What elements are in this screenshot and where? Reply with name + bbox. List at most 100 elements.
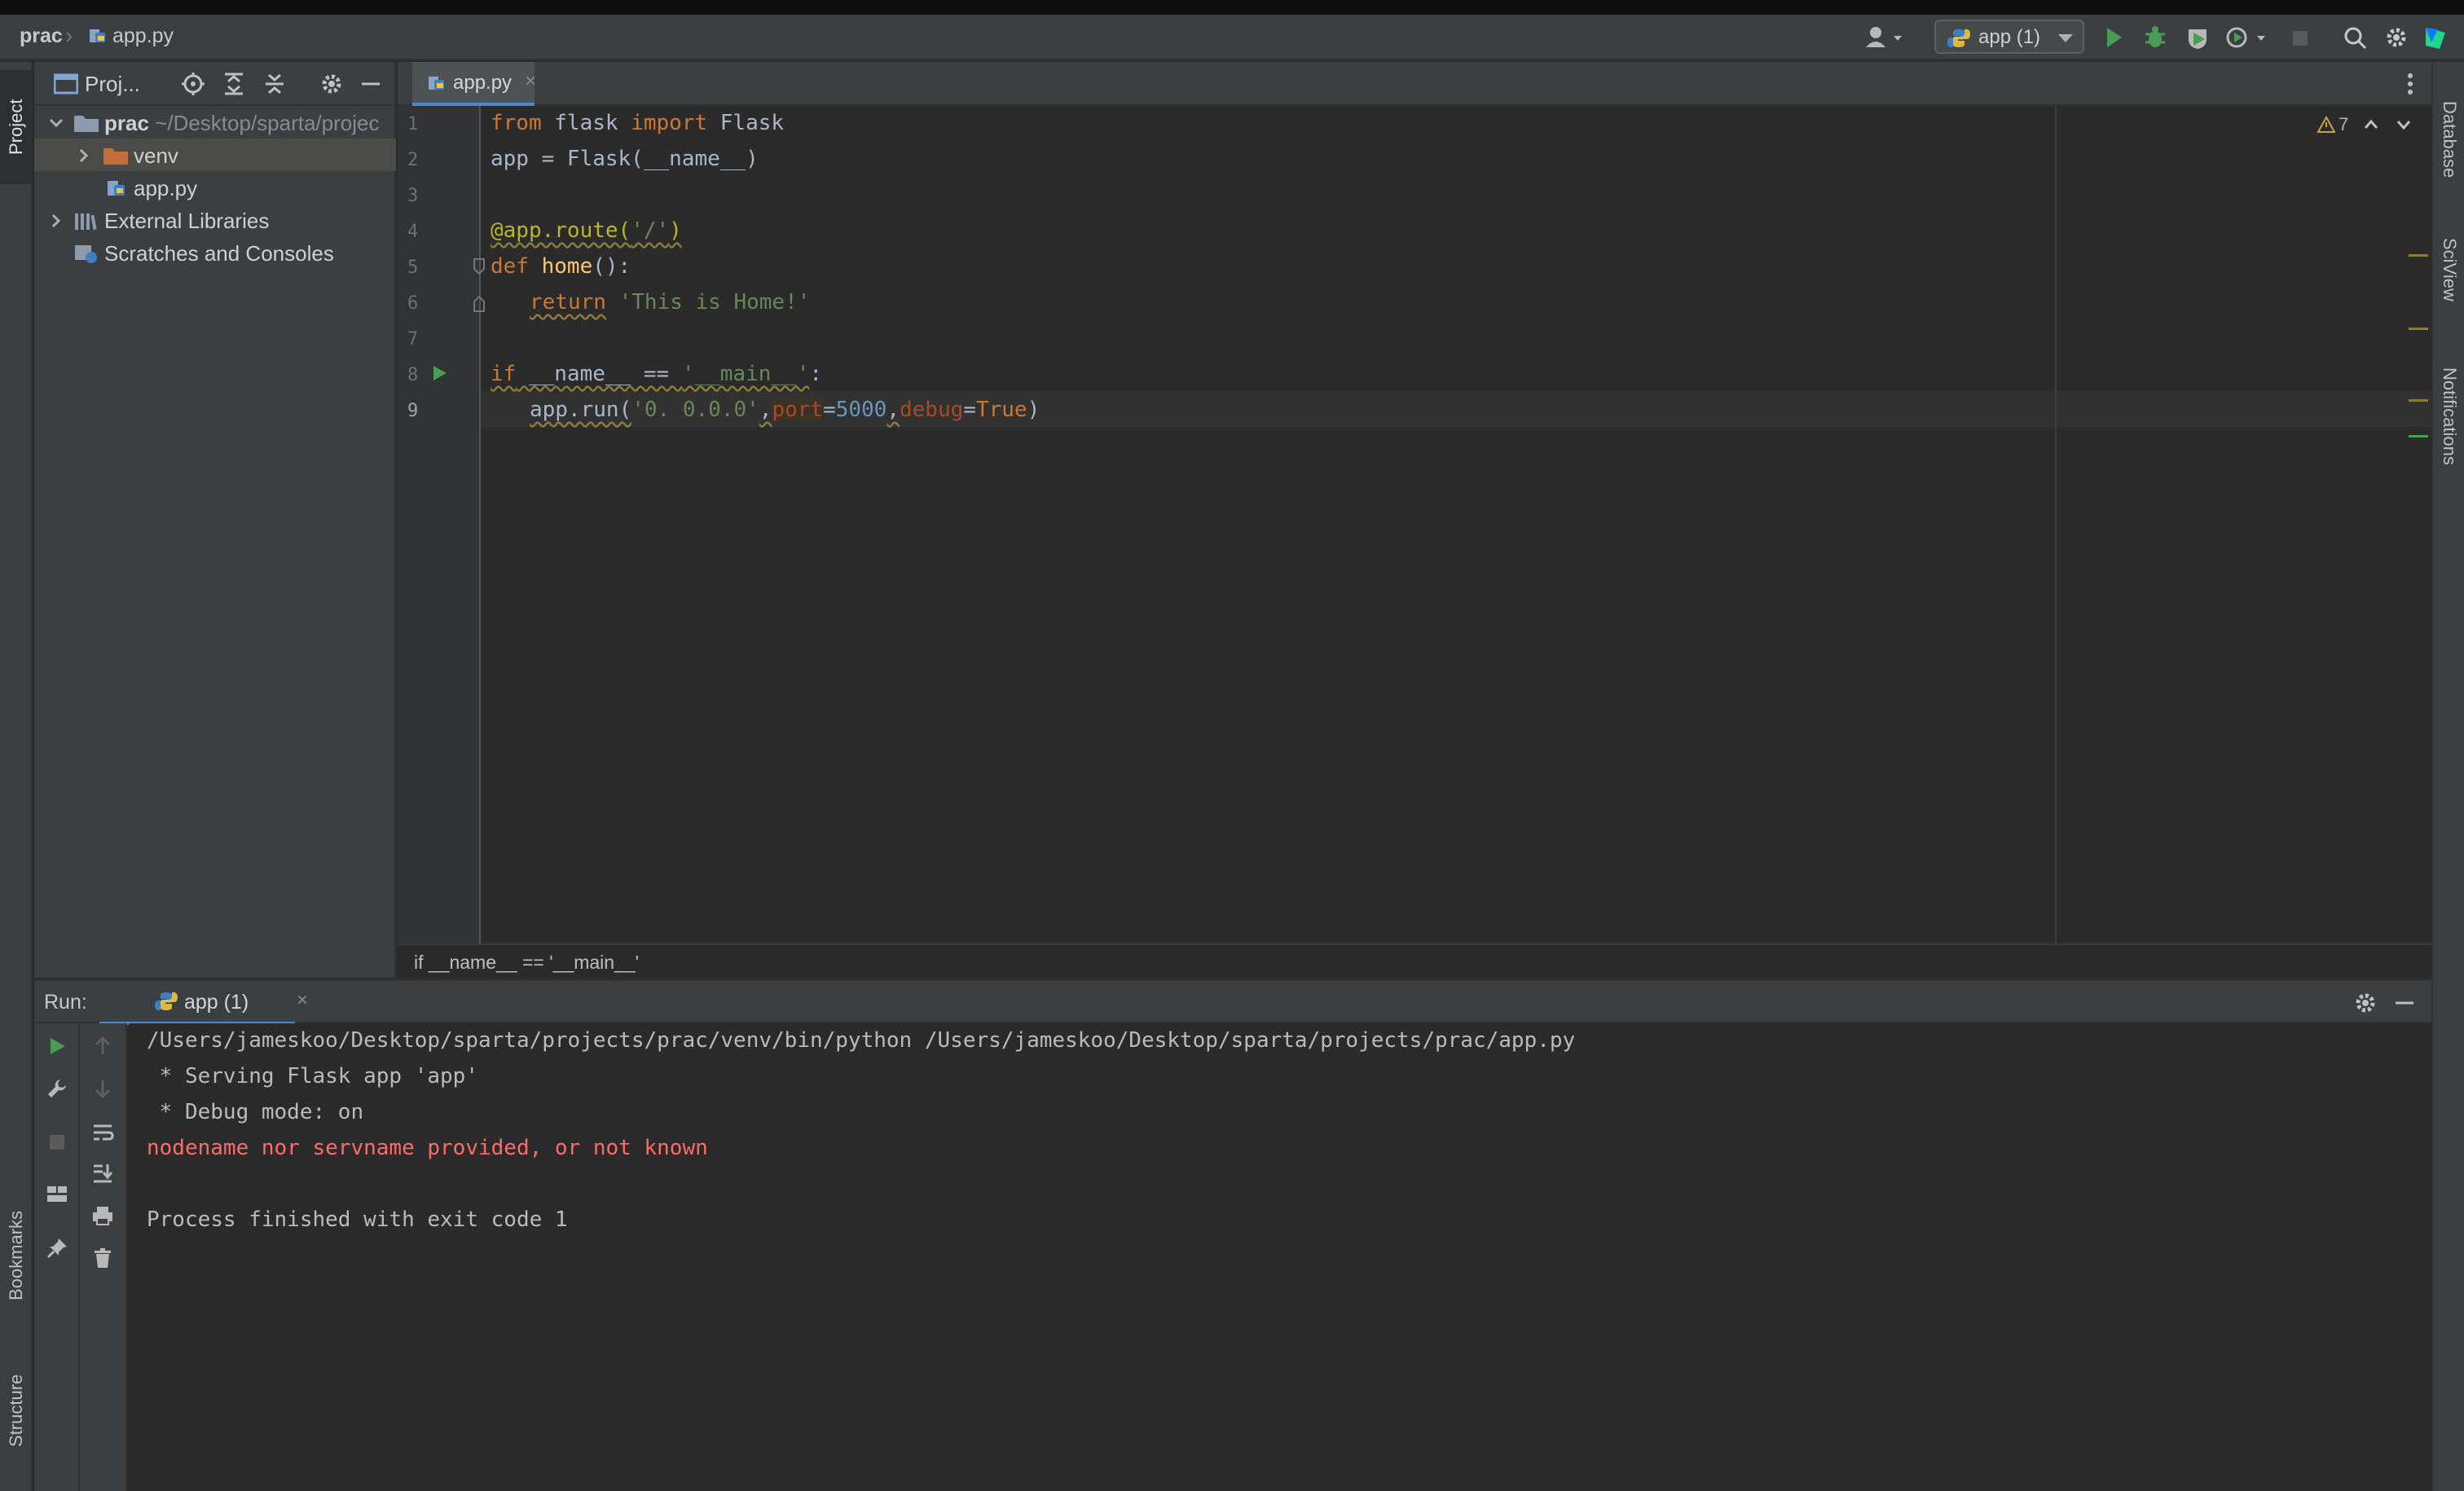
tool-tab-project-label: Project: [6, 99, 26, 156]
run-tab-label: app (1): [184, 991, 249, 1014]
run-panel-header: Run: app (1) ×: [34, 979, 2431, 1025]
search-icon[interactable]: [2343, 21, 2368, 54]
debug-icon[interactable]: [2143, 21, 2167, 54]
arrow-up-icon[interactable]: [91, 1035, 114, 1058]
tree-item-scratches[interactable]: Scratches and Consoles: [34, 236, 396, 269]
settings-gear-icon[interactable]: [2384, 21, 2409, 54]
stop-icon[interactable]: [46, 1131, 68, 1154]
code-text: Flask: [707, 111, 785, 135]
fold-marker-icon[interactable]: [471, 257, 487, 275]
code-text: ): [1027, 398, 1041, 422]
more-options-icon[interactable]: [2405, 72, 2415, 96]
locate-file-icon[interactable]: [181, 72, 205, 96]
tree-item-venv[interactable]: venv: [34, 139, 396, 171]
warning-count[interactable]: 7: [2339, 114, 2348, 135]
hide-panel-minus-icon[interactable]: [359, 72, 383, 96]
code-line-1: from flask import Flask: [491, 111, 784, 135]
previous-highlight-chevron-up-icon[interactable]: [2363, 117, 2379, 132]
code-editor[interactable]: 1 2 3 4 5 6 7 8 9 from flask import Flas…: [398, 106, 2431, 943]
code-text: flask: [541, 111, 631, 135]
fold-marker-icon[interactable]: [471, 295, 487, 313]
tool-tab-project[interactable]: Project: [0, 70, 33, 184]
code-text: ,: [759, 398, 772, 422]
python-file-icon: [106, 178, 127, 199]
chevron-right-icon[interactable]: [47, 212, 65, 230]
tool-tab-structure[interactable]: Structure: [0, 1349, 33, 1471]
warning-triangle-icon[interactable]: [2317, 116, 2335, 134]
right-margin-guide: [2055, 106, 2057, 943]
stop-icon[interactable]: [2290, 21, 2311, 54]
soft-wrap-icon[interactable]: [91, 1121, 114, 1144]
run-configuration-selector[interactable]: app (1): [1934, 20, 2084, 54]
tree-item-external-libraries[interactable]: External Libraries: [34, 204, 396, 236]
run-gutter-icon[interactable]: [430, 362, 450, 385]
breadcrumb-file[interactable]: app.py: [112, 24, 174, 48]
scrollbar-warning-marker[interactable]: [2409, 399, 2428, 402]
code-text: __name__ ==: [516, 362, 682, 386]
profile-icon[interactable]: [2224, 21, 2273, 54]
navigation-bar: prac › app.py app (1): [0, 15, 2464, 60]
layout-icon[interactable]: [46, 1183, 68, 1206]
tree-item-label: prac: [104, 111, 149, 135]
code-string: '0. 0.0.0': [631, 398, 759, 422]
editor-tab-app-py[interactable]: app.py ×: [412, 62, 536, 106]
trash-icon[interactable]: [91, 1247, 114, 1269]
tool-tab-database-label: Database: [2440, 100, 2460, 178]
library-icon: [73, 210, 99, 231]
code-keyword: return: [530, 290, 606, 314]
excluded-folder-icon: [103, 145, 129, 166]
code-string: '__main__': [681, 362, 810, 386]
jetbrains-logo-icon[interactable]: [2423, 21, 2448, 54]
project-options-gear-icon[interactable]: [319, 72, 344, 96]
close-icon[interactable]: ×: [525, 70, 536, 93]
tree-item-label: Scratches and Consoles: [104, 241, 334, 266]
project-panel-title[interactable]: Proj...: [85, 72, 140, 97]
arrow-down-icon[interactable]: [91, 1077, 114, 1100]
code-string: '/': [631, 218, 670, 243]
project-view-icon: [54, 73, 78, 95]
python-file-icon: [88, 26, 108, 46]
scrollbar-warning-marker[interactable]: [2409, 328, 2428, 330]
account-icon[interactable]: [1863, 21, 1907, 54]
editor-breadcrumb[interactable]: if __name__ == '__main__': [414, 952, 639, 974]
coverage-icon[interactable]: [2185, 21, 2210, 54]
breadcrumb-project[interactable]: prac: [20, 24, 63, 48]
scratches-icon: [73, 243, 99, 264]
hide-run-panel-minus-icon[interactable]: [2392, 991, 2417, 1015]
tool-tab-sciview-label: SciView: [2440, 238, 2460, 301]
tool-tab-bookmarks[interactable]: Bookmarks: [0, 1186, 33, 1325]
run-icon[interactable]: [2102, 21, 2125, 54]
close-icon[interactable]: ×: [297, 989, 308, 1012]
scrollbar-warning-marker[interactable]: [2409, 254, 2428, 257]
code-text: ,: [887, 398, 900, 422]
tree-item-prac[interactable]: prac ~/Desktop/sparta/projec: [34, 106, 396, 139]
scroll-to-end-icon[interactable]: [91, 1162, 114, 1185]
run-console[interactable]: /Users/jameskoo/Desktop/sparta/projects/…: [129, 1023, 2431, 1491]
chevron-down-icon[interactable]: [47, 114, 65, 132]
rerun-icon[interactable]: [46, 1035, 68, 1058]
run-tab-app[interactable]: app (1) ×: [99, 981, 308, 1025]
code-text: app.run(: [530, 398, 632, 422]
chevron-down-icon: [2058, 34, 2073, 42]
line-number: 1: [407, 114, 419, 134]
chevron-right-icon[interactable]: [75, 147, 93, 165]
tool-tab-notifications[interactable]: Notifications: [2433, 339, 2464, 494]
collapse-all-icon[interactable]: [262, 72, 287, 96]
python-icon: [155, 991, 178, 1012]
expand-all-icon[interactable]: [222, 72, 246, 96]
wrench-icon[interactable]: [46, 1077, 68, 1100]
tool-tab-notifications-label: Notifications: [2440, 367, 2460, 465]
scrollbar-change-marker[interactable]: [2409, 435, 2428, 438]
line-number: 5: [407, 257, 419, 278]
pin-icon[interactable]: [46, 1237, 68, 1260]
line-number: 3: [407, 186, 419, 206]
code-text: ():: [592, 254, 631, 279]
run-settings-gear-icon[interactable]: [2353, 991, 2378, 1015]
code-keyword: if: [491, 362, 517, 386]
tool-tab-sciview[interactable]: SciView: [2433, 217, 2464, 323]
code-line-4: @app.route('/'): [491, 218, 682, 243]
next-highlight-chevron-down-icon[interactable]: [2396, 117, 2412, 132]
print-icon[interactable]: [91, 1204, 114, 1227]
tool-tab-database[interactable]: Database: [2433, 78, 2464, 200]
tree-item-app-py[interactable]: app.py: [34, 171, 396, 204]
